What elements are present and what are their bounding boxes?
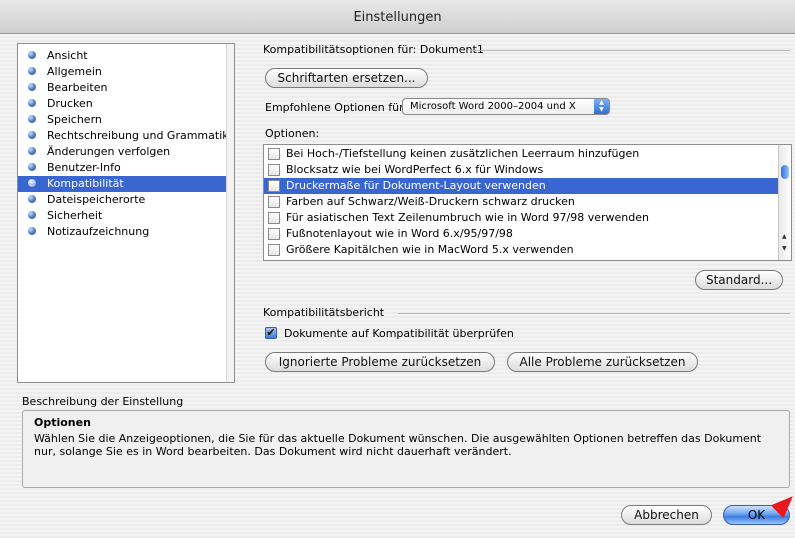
- bullet-icon: [28, 147, 36, 155]
- bullet-icon: [28, 51, 36, 59]
- option-label: Fußnotenlayout wie in Word 6.x/95/97/98: [286, 227, 513, 240]
- option-label: Bei Hoch-/Tiefstellung keinen zusätzlich…: [286, 147, 640, 160]
- bullet-icon: [28, 99, 36, 107]
- reset-all-button[interactable]: Alle Probleme zurücksetzen: [507, 352, 698, 372]
- select-arrows-icon: ▲ ▼: [594, 99, 609, 114]
- category-label: Rechtschreibung und Grammatik: [47, 129, 229, 142]
- option-checkbox[interactable]: [268, 164, 280, 176]
- category-item-aenderungen[interactable]: Änderungen verfolgen: [18, 144, 228, 160]
- category-list-scrollbar[interactable]: [226, 44, 234, 382]
- option-checkbox[interactable]: [268, 244, 280, 256]
- category-label: Allgemein: [47, 65, 102, 78]
- category-label: Speichern: [47, 113, 102, 126]
- options-list[interactable]: Bei Hoch-/Tiefstellung keinen zusätzlich…: [263, 144, 792, 261]
- category-item-dateispeicherorte[interactable]: Dateispeicherorte: [18, 192, 228, 208]
- option-label: Größere Kapitälchen wie in MacWord 5.x v…: [286, 243, 574, 256]
- category-label: Sicherheit: [47, 209, 103, 222]
- category-item-sicherheit[interactable]: Sicherheit: [18, 208, 228, 224]
- bullet-icon: [28, 179, 36, 187]
- option-checkbox[interactable]: [268, 180, 280, 192]
- option-checkbox[interactable]: [268, 228, 280, 240]
- option-checkbox[interactable]: [268, 196, 280, 208]
- bullet-icon: [28, 115, 36, 123]
- option-checkbox[interactable]: [268, 212, 280, 224]
- scroll-down-arrow-icon[interactable]: ▼: [782, 245, 787, 252]
- category-label: Kompatibilität: [47, 177, 124, 190]
- compat-section-title: Kompatibilitätsoptionen für: Dokument1: [263, 43, 484, 56]
- option-label: Druckermaße für Dokument-Layout verwende…: [286, 179, 546, 192]
- description-text: Wählen Sie die Anzeigeoptionen, die Sie …: [34, 432, 762, 458]
- category-item-drucken[interactable]: Drucken: [18, 96, 228, 112]
- section-divider: [470, 50, 790, 51]
- option-row[interactable]: Blocksatz wie bei WordPerfect 6.x für Wi…: [264, 162, 779, 178]
- recommended-options-select[interactable]: Microsoft Word 2000–2004 und X ▲ ▼: [402, 98, 610, 115]
- scroll-thumb[interactable]: [781, 165, 789, 179]
- category-label: Dateispeicherorte: [47, 193, 146, 206]
- option-checkbox[interactable]: [268, 148, 280, 160]
- standard-button[interactable]: Standard...: [695, 270, 783, 290]
- bullet-icon: [28, 83, 36, 91]
- recommended-options-label: Empfohlene Optionen für:: [265, 101, 408, 114]
- category-item-rechtschreibung[interactable]: Rechtschreibung und Grammatik: [18, 128, 229, 144]
- category-label: Benutzer-Info: [47, 161, 121, 174]
- category-item-ansicht[interactable]: Ansicht: [18, 48, 228, 64]
- bullet-icon: [28, 163, 36, 171]
- report-section-title: Kompatibilitätsbericht: [263, 306, 385, 319]
- bullet-icon: [28, 211, 36, 219]
- section-divider: [398, 313, 790, 314]
- category-item-bearbeiten[interactable]: Bearbeiten: [18, 80, 228, 96]
- category-item-allgemein[interactable]: Allgemein: [18, 64, 228, 80]
- option-label: Blocksatz wie bei WordPerfect 6.x für Wi…: [286, 163, 544, 176]
- category-label: Notizaufzeichnung: [47, 225, 150, 238]
- option-row-selected[interactable]: Druckermaße für Dokument-Layout verwende…: [264, 178, 779, 194]
- description-section-title: Beschreibung der Einstellung: [22, 395, 184, 408]
- description-title: Optionen: [34, 416, 91, 429]
- options-label: Optionen:: [265, 127, 320, 140]
- bullet-icon: [28, 67, 36, 75]
- options-scrollbar[interactable]: ▲ ▼: [778, 145, 791, 260]
- bullet-icon: [28, 195, 36, 203]
- category-item-kompatibilitaet[interactable]: Kompatibilität: [18, 176, 228, 192]
- option-row[interactable]: Fußnotenlayout wie in Word 6.x/95/97/98: [264, 226, 779, 242]
- bullet-icon: [28, 227, 36, 235]
- scroll-up-arrow-icon[interactable]: ▲: [782, 233, 787, 240]
- check-compatibility-checkbox[interactable]: ✔: [265, 327, 277, 339]
- option-row[interactable]: Größere Kapitälchen wie in MacWord 5.x v…: [264, 242, 779, 258]
- reset-ignored-button[interactable]: Ignorierte Probleme zurücksetzen: [265, 352, 495, 372]
- option-row[interactable]: Für asiatischen Text Zeilenumbruch wie i…: [264, 210, 779, 226]
- category-label: Drucken: [47, 97, 93, 110]
- category-item-speichern[interactable]: Speichern: [18, 112, 228, 128]
- category-label: Bearbeiten: [47, 81, 108, 94]
- recommended-options-value: Microsoft Word 2000–2004 und X: [410, 101, 576, 112]
- category-item-notizaufzeichnung[interactable]: Notizaufzeichnung: [18, 224, 228, 240]
- option-row[interactable]: Farben auf Schwarz/Weiß-Druckern schwarz…: [264, 194, 779, 210]
- bullet-icon: [28, 131, 36, 139]
- category-list[interactable]: Ansicht Allgemein Bearbeiten Drucken Spe…: [17, 43, 235, 383]
- category-label: Änderungen verfolgen: [47, 145, 171, 158]
- option-row[interactable]: Bei Hoch-/Tiefstellung keinen zusätzlich…: [264, 146, 779, 162]
- replace-fonts-button[interactable]: Schriftarten ersetzen...: [265, 68, 428, 88]
- description-box: Optionen Wählen Sie die Anzeigeoptionen,…: [22, 410, 790, 488]
- option-label: Für asiatischen Text Zeilenumbruch wie i…: [286, 211, 649, 224]
- category-item-benutzer-info[interactable]: Benutzer-Info: [18, 160, 228, 176]
- check-compatibility-label: Dokumente auf Kompatibilität überprüfen: [284, 327, 514, 340]
- option-label: Farben auf Schwarz/Weiß-Druckern schwarz…: [286, 195, 575, 208]
- category-label: Ansicht: [47, 49, 88, 62]
- window-title: Einstellungen: [0, 0, 795, 34]
- cancel-button[interactable]: Abbrechen: [621, 505, 712, 525]
